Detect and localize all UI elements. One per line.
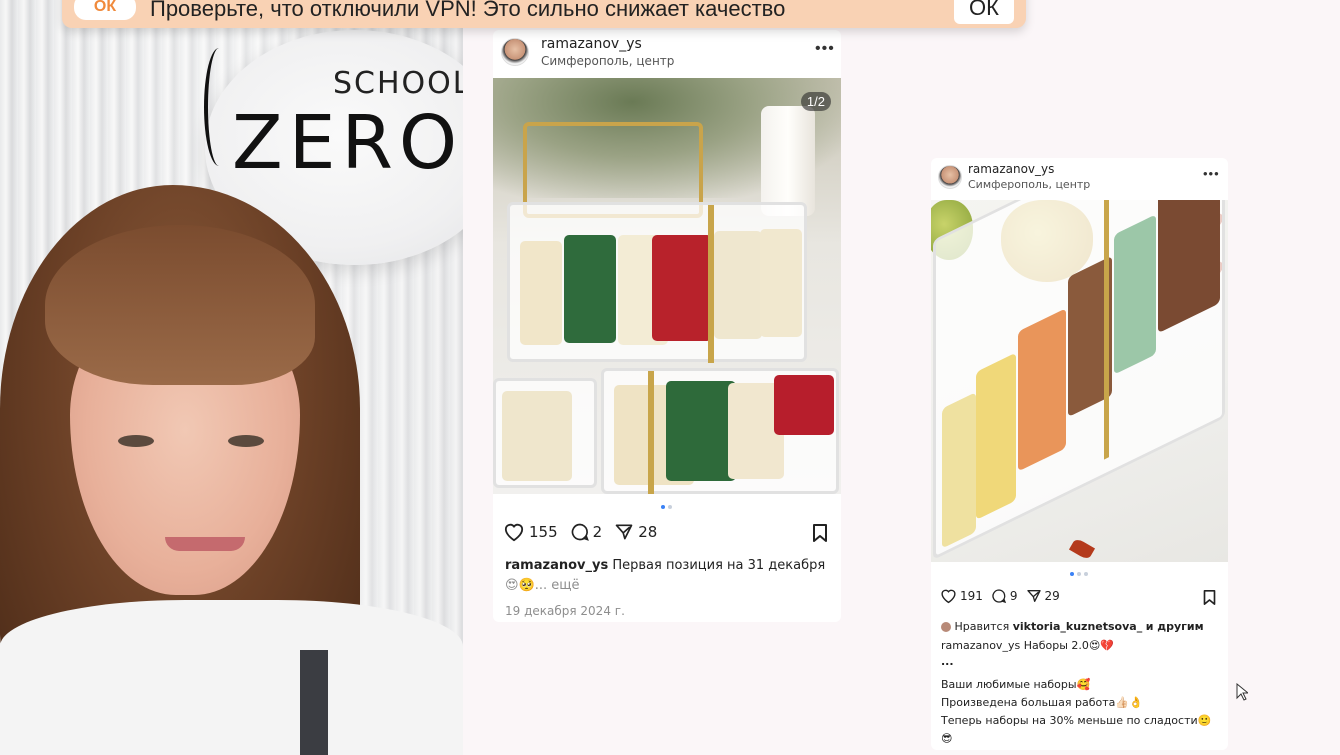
ok-logo-icon: ОК	[74, 0, 136, 20]
caption-username[interactable]: ramazanov_ys	[941, 639, 1020, 652]
presenter-eye-right	[228, 435, 264, 447]
share-button[interactable]: 29	[1026, 588, 1060, 604]
comments-count: 2	[592, 523, 603, 541]
post-photo[interactable]	[931, 200, 1228, 562]
dessert-bar	[774, 375, 834, 435]
presenter-mouth	[165, 537, 245, 551]
like-button[interactable]: 155	[503, 522, 558, 542]
shares-count: 28	[638, 523, 658, 541]
logo-school-text: SCHOOL	[333, 66, 463, 101]
dessert-bar	[520, 241, 562, 345]
photo-counter: 1/2	[800, 92, 831, 111]
bookmark-icon[interactable]	[811, 523, 829, 543]
dessert-bar	[1018, 308, 1066, 472]
post-header: ramazanov_ys Симферополь, центр	[501, 36, 674, 68]
caption-line: Произведена большая работа👍🏻👌	[941, 696, 1143, 709]
logo-bracket	[204, 48, 234, 166]
caption-line: Теперь наборы на 30% меньше по сладости🙂	[941, 714, 1212, 727]
carousel-dot	[1084, 572, 1088, 576]
carousel-dots	[1070, 572, 1088, 576]
dessert-bar	[502, 391, 572, 481]
presenter-bangs	[45, 225, 315, 385]
dessert-bar	[942, 392, 976, 549]
dessert-bar	[976, 352, 1016, 521]
more-horizontal-icon[interactable]: •••	[815, 40, 835, 58]
carousel-dot	[668, 505, 672, 509]
toast-message: Проверьте, что отключили VPN! Это сильно…	[150, 0, 786, 21]
caption-ellipsis: ...	[941, 655, 954, 668]
dessert-bar	[652, 235, 712, 341]
photo-dessert-box-bottom	[601, 368, 839, 494]
presenter-eye-left	[118, 435, 154, 447]
ribbon	[708, 205, 714, 363]
dessert-bar	[1158, 200, 1220, 334]
caption-line: Ваши любимые наборы🥰	[941, 678, 1091, 691]
more-horizontal-icon[interactable]: •••	[1203, 166, 1220, 181]
post-location[interactable]: Симферополь, центр	[968, 178, 1090, 191]
dessert-bar	[666, 381, 736, 481]
post-actions: 191 9 29	[940, 588, 1072, 604]
likes-count: 155	[529, 523, 558, 541]
logo-zero-text: ZERO	[232, 100, 463, 186]
carousel-dots	[661, 505, 672, 509]
presenter-coat	[0, 600, 463, 755]
presenter-apron-strap	[300, 650, 328, 755]
post-username[interactable]: ramazanov_ys	[541, 36, 674, 52]
ribbon	[648, 371, 654, 494]
instagram-post-2: ramazanov_ys Симферополь, центр ••• 191	[931, 158, 1228, 750]
carousel-dot-active	[661, 505, 665, 509]
post-location[interactable]: Симферополь, центр	[541, 54, 674, 68]
comment-icon	[992, 589, 1007, 604]
caption-text: Первая позиция на 31 декабря	[612, 558, 826, 573]
liked-by-avatar	[941, 622, 951, 632]
likes-count: 191	[960, 589, 983, 603]
webcam-video: SCHOOL ZERO	[0, 0, 463, 755]
post-date: 19 декабря 2024 г.	[505, 604, 625, 618]
post-actions: 155 2 28	[503, 522, 669, 542]
liked-by-user[interactable]: viktoria_kuznetsova_	[1013, 620, 1143, 633]
carousel-dot-active	[1070, 572, 1074, 576]
heart-icon	[941, 589, 956, 604]
liked-by-prefix: Нравится	[954, 620, 1010, 633]
caption-text: Наборы 2.0😍💔	[1023, 639, 1115, 652]
photo-dessert-box-left	[493, 378, 597, 488]
comment-icon	[571, 523, 589, 541]
post-username[interactable]: ramazanov_ys	[968, 162, 1090, 176]
instagram-post-1: ramazanov_ys Симферополь, центр ••• 1/2 …	[493, 30, 841, 622]
post-caption: ramazanov_ys Первая позиция на 31 декабр…	[505, 558, 835, 573]
bookmark-icon[interactable]	[1202, 589, 1217, 606]
send-icon	[1026, 590, 1041, 602]
share-button[interactable]: 28	[614, 522, 657, 542]
send-icon	[615, 524, 633, 540]
dessert-bar	[714, 231, 762, 339]
avatar[interactable]	[501, 38, 529, 66]
photo-candle	[761, 106, 815, 216]
ribbon	[1104, 200, 1109, 460]
dessert-bar	[760, 229, 802, 337]
dessert-bar	[564, 235, 616, 343]
vpn-warning-toast: ОК Проверьте, что отключили VPN! Это сил…	[62, 0, 1026, 28]
caption-line: 😎	[941, 732, 953, 745]
caption-body: Ваши любимые наборы🥰 Произведена большая…	[941, 676, 1226, 748]
comment-button[interactable]: 9	[991, 588, 1018, 604]
comment-button[interactable]: 2	[570, 522, 603, 542]
avatar[interactable]	[938, 164, 962, 189]
liked-by-line: Нравится viktoria_kuznetsova_ и другим	[941, 620, 1226, 633]
photo-dessert-box-top	[507, 202, 807, 363]
liked-by-suffix[interactable]: и другим	[1146, 620, 1204, 633]
mouse-cursor-icon	[1236, 683, 1248, 701]
caption-more-link[interactable]: 😍🥺... ещё	[505, 578, 580, 593]
caption-username[interactable]: ramazanov_ys	[505, 558, 608, 573]
carousel-dot	[1077, 572, 1081, 576]
shares-count: 29	[1044, 589, 1060, 603]
post-caption: ramazanov_ys Наборы 2.0😍💔	[941, 639, 1226, 652]
toast-ok-button[interactable]: ОК	[954, 0, 1014, 24]
heart-icon	[504, 523, 524, 542]
dessert-bar	[1114, 214, 1156, 375]
like-button[interactable]: 191	[940, 588, 983, 604]
post-header: ramazanov_ys Симферополь, центр	[938, 162, 1090, 191]
comments-count: 9	[1009, 589, 1018, 603]
post-photo[interactable]: 1/2	[493, 78, 841, 494]
